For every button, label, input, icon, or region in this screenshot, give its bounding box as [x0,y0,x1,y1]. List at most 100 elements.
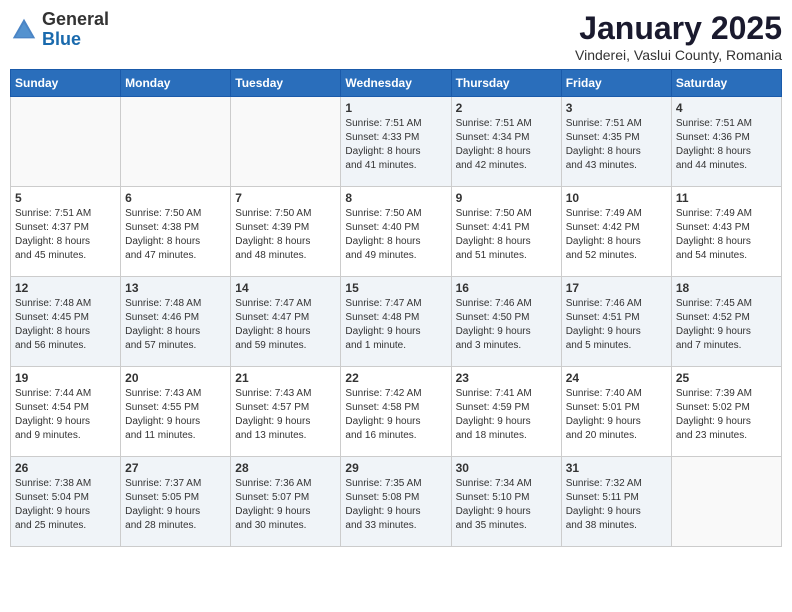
day-number: 14 [235,281,336,295]
day-number: 5 [15,191,116,205]
logo-icon [10,16,38,44]
day-info: Sunrise: 7:32 AM Sunset: 5:11 PM Dayligh… [566,477,667,533]
weekday-header-cell: Monday [121,70,231,97]
day-number: 19 [15,371,116,385]
day-info: Sunrise: 7:47 AM Sunset: 4:48 PM Dayligh… [345,297,446,353]
day-info: Sunrise: 7:51 AM Sunset: 4:33 PM Dayligh… [345,117,446,173]
day-info: Sunrise: 7:50 AM Sunset: 4:39 PM Dayligh… [235,207,336,263]
day-info: Sunrise: 7:51 AM Sunset: 4:36 PM Dayligh… [676,117,777,173]
calendar-day-cell: 26 Sunrise: 7:38 AM Sunset: 5:04 PM Dayli… [11,457,121,547]
day-number: 24 [566,371,667,385]
calendar-day-cell: 5Sunrise: 7:51 AM Sunset: 4:37 PM Daylig… [11,187,121,277]
day-number: 10 [566,191,667,205]
day-number: 27 [125,461,226,475]
weekday-header-row: SundayMondayTuesdayWednesdayThursdayFrid… [11,70,782,97]
day-info: Sunrise: 7:45 AM Sunset: 4:52 PM Dayligh… [676,297,777,353]
day-info: Sunrise: 7:41 AM Sunset: 4:59 PM Dayligh… [456,387,557,443]
day-info: Sunrise: 7:51 AM Sunset: 4:35 PM Dayligh… [566,117,667,173]
day-number: 13 [125,281,226,295]
calendar-day-cell: 4 Sunrise: 7:51 AM Sunset: 4:36 PM Daylig… [671,97,781,187]
day-number: 2 [456,101,557,115]
day-info: Sunrise: 7:50 AM Sunset: 4:38 PM Dayligh… [125,207,226,263]
day-info: Sunrise: 7:46 AM Sunset: 4:50 PM Dayligh… [456,297,557,353]
calendar-week-row: 26 Sunrise: 7:38 AM Sunset: 5:04 PM Dayli… [11,457,782,547]
day-info: Sunrise: 7:48 AM Sunset: 4:46 PM Dayligh… [125,297,226,353]
day-number: 1 [345,101,446,115]
calendar-day-cell: 28 Sunrise: 7:36 AM Sunset: 5:07 PM Dayli… [231,457,341,547]
weekday-header-cell: Sunday [11,70,121,97]
calendar-day-cell: 31 Sunrise: 7:32 AM Sunset: 5:11 PM Dayli… [561,457,671,547]
calendar-day-cell: 12Sunrise: 7:48 AM Sunset: 4:45 PM Dayli… [11,277,121,367]
calendar-body: 1 Sunrise: 7:51 AM Sunset: 4:33 PM Daylig… [11,97,782,547]
day-info: Sunrise: 7:42 AM Sunset: 4:58 PM Dayligh… [345,387,446,443]
calendar-day-cell [671,457,781,547]
calendar-day-cell: 18 Sunrise: 7:45 AM Sunset: 4:52 PM Dayli… [671,277,781,367]
calendar-day-cell: 29Sunrise: 7:35 AM Sunset: 5:08 PM Dayli… [341,457,451,547]
calendar-week-row: 5Sunrise: 7:51 AM Sunset: 4:37 PM Daylig… [11,187,782,277]
day-info: Sunrise: 7:50 AM Sunset: 4:41 PM Dayligh… [456,207,557,263]
day-number: 30 [456,461,557,475]
calendar-day-cell: 13 Sunrise: 7:48 AM Sunset: 4:46 PM Dayli… [121,277,231,367]
day-info: Sunrise: 7:40 AM Sunset: 5:01 PM Dayligh… [566,387,667,443]
day-number: 17 [566,281,667,295]
calendar-day-cell: 14 Sunrise: 7:47 AM Sunset: 4:47 PM Dayli… [231,277,341,367]
day-number: 28 [235,461,336,475]
day-number: 31 [566,461,667,475]
day-number: 7 [235,191,336,205]
day-number: 9 [456,191,557,205]
calendar-day-cell [121,97,231,187]
day-number: 16 [456,281,557,295]
calendar-day-cell: 9 Sunrise: 7:50 AM Sunset: 4:41 PM Daylig… [451,187,561,277]
calendar-day-cell: 16 Sunrise: 7:46 AM Sunset: 4:50 PM Dayli… [451,277,561,367]
weekday-header-cell: Thursday [451,70,561,97]
page-header: General Blue January 2025 Vinderei, Vasl… [10,10,782,63]
day-info: Sunrise: 7:38 AM Sunset: 5:04 PM Dayligh… [15,477,116,533]
day-number: 6 [125,191,226,205]
day-info: Sunrise: 7:36 AM Sunset: 5:07 PM Dayligh… [235,477,336,533]
calendar-day-cell: 2Sunrise: 7:51 AM Sunset: 4:34 PM Daylig… [451,97,561,187]
day-info: Sunrise: 7:44 AM Sunset: 4:54 PM Dayligh… [15,387,116,443]
day-info: Sunrise: 7:43 AM Sunset: 4:57 PM Dayligh… [235,387,336,443]
calendar-table: SundayMondayTuesdayWednesdayThursdayFrid… [10,69,782,547]
day-number: 21 [235,371,336,385]
day-info: Sunrise: 7:39 AM Sunset: 5:02 PM Dayligh… [676,387,777,443]
weekday-header-cell: Wednesday [341,70,451,97]
day-info: Sunrise: 7:43 AM Sunset: 4:55 PM Dayligh… [125,387,226,443]
calendar-day-cell: 23 Sunrise: 7:41 AM Sunset: 4:59 PM Dayli… [451,367,561,457]
location: Vinderei, Vaslui County, Romania [575,47,782,63]
calendar-day-cell: 7 Sunrise: 7:50 AM Sunset: 4:39 PM Daylig… [231,187,341,277]
calendar-day-cell: 17Sunrise: 7:46 AM Sunset: 4:51 PM Dayli… [561,277,671,367]
day-number: 4 [676,101,777,115]
day-info: Sunrise: 7:50 AM Sunset: 4:40 PM Dayligh… [345,207,446,263]
day-number: 3 [566,101,667,115]
calendar-day-cell: 15 Sunrise: 7:47 AM Sunset: 4:48 PM Dayli… [341,277,451,367]
day-number: 11 [676,191,777,205]
day-number: 12 [15,281,116,295]
calendar-day-cell: 19 Sunrise: 7:44 AM Sunset: 4:54 PM Dayli… [11,367,121,457]
day-number: 20 [125,371,226,385]
calendar-day-cell: 8 Sunrise: 7:50 AM Sunset: 4:40 PM Daylig… [341,187,451,277]
calendar-day-cell: 22Sunrise: 7:42 AM Sunset: 4:58 PM Dayli… [341,367,451,457]
calendar-week-row: 1 Sunrise: 7:51 AM Sunset: 4:33 PM Daylig… [11,97,782,187]
day-info: Sunrise: 7:49 AM Sunset: 4:43 PM Dayligh… [676,207,777,263]
logo-text: General Blue [42,10,109,50]
day-info: Sunrise: 7:49 AM Sunset: 4:42 PM Dayligh… [566,207,667,263]
logo-general: General [42,9,109,29]
calendar-week-row: 12Sunrise: 7:48 AM Sunset: 4:45 PM Dayli… [11,277,782,367]
day-number: 8 [345,191,446,205]
day-number: 23 [456,371,557,385]
day-number: 26 [15,461,116,475]
calendar-day-cell: 30Sunrise: 7:34 AM Sunset: 5:10 PM Dayli… [451,457,561,547]
calendar-week-row: 19 Sunrise: 7:44 AM Sunset: 4:54 PM Dayli… [11,367,782,457]
day-number: 18 [676,281,777,295]
day-info: Sunrise: 7:37 AM Sunset: 5:05 PM Dayligh… [125,477,226,533]
day-number: 15 [345,281,446,295]
calendar-day-cell: 21 Sunrise: 7:43 AM Sunset: 4:57 PM Dayli… [231,367,341,457]
logo-blue: Blue [42,29,81,49]
day-info: Sunrise: 7:35 AM Sunset: 5:08 PM Dayligh… [345,477,446,533]
day-number: 25 [676,371,777,385]
calendar-day-cell: 10 Sunrise: 7:49 AM Sunset: 4:42 PM Dayli… [561,187,671,277]
day-info: Sunrise: 7:47 AM Sunset: 4:47 PM Dayligh… [235,297,336,353]
calendar-day-cell: 1 Sunrise: 7:51 AM Sunset: 4:33 PM Daylig… [341,97,451,187]
calendar-day-cell: 24 Sunrise: 7:40 AM Sunset: 5:01 PM Dayli… [561,367,671,457]
